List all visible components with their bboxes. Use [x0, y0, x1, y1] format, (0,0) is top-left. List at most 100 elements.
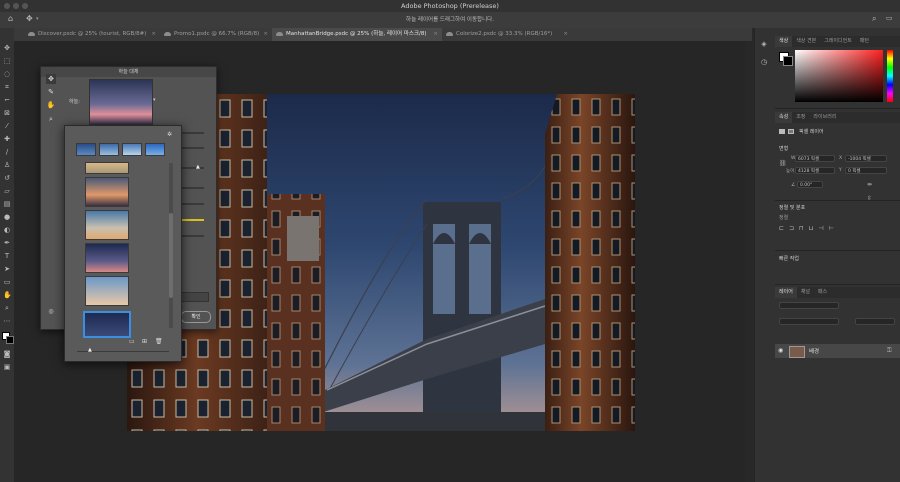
color-picker-field[interactable]	[795, 50, 883, 102]
background-swatch[interactable]	[783, 56, 793, 66]
hand-tool-icon[interactable]: ✋	[46, 100, 56, 110]
tab-adjustments[interactable]: 조정	[792, 112, 809, 123]
more-tools-icon[interactable]: ⋯	[3, 317, 11, 325]
width-field[interactable]: 6073 픽셀	[795, 155, 835, 162]
tab-patterns[interactable]: 패턴	[856, 36, 873, 47]
layer-row[interactable]: ◉ 배경 ⚿	[775, 344, 900, 358]
healing-tool-icon[interactable]: ✚	[3, 135, 11, 143]
folder-icon[interactable]: ▭	[129, 338, 135, 345]
scrollbar-thumb[interactable]	[169, 213, 173, 298]
search-icon[interactable]: ⌕	[872, 14, 876, 24]
crop-tool-icon[interactable]: ⌐	[3, 96, 11, 104]
slider-thumb[interactable]: ▲	[88, 347, 92, 353]
lock-icon[interactable]: ⚿	[887, 347, 892, 355]
window-zoom-icon[interactable]	[22, 3, 28, 9]
ok-button[interactable]: 확인	[181, 311, 211, 323]
workspace-icon[interactable]: ▭	[886, 14, 893, 22]
lighting-slider[interactable]	[181, 235, 204, 237]
sky-category-thumb[interactable]	[145, 143, 165, 156]
scale-slider[interactable]	[181, 203, 204, 205]
link-icon[interactable]: ⛓	[779, 160, 787, 167]
angle-field[interactable]: 0.00°	[797, 181, 823, 188]
gradient-tool-icon[interactable]: ▤	[3, 200, 11, 208]
eyedropper-tool-icon[interactable]: ⁄	[3, 122, 11, 130]
object-select-tool-icon[interactable]: ⌗	[3, 83, 11, 91]
tab-color[interactable]: 색상	[775, 36, 793, 47]
brush-tool-icon[interactable]: ∕	[3, 148, 11, 156]
flip-slider[interactable]	[181, 219, 204, 221]
lasso-tool-icon[interactable]: ◌	[3, 70, 11, 78]
output-select[interactable]	[181, 292, 209, 302]
type-tool-icon[interactable]: T	[3, 252, 11, 260]
tab-libraries[interactable]: 라이브러리	[809, 112, 840, 123]
history-icon[interactable]: ◷	[760, 58, 768, 66]
window-close-icon[interactable]	[4, 3, 10, 9]
stamp-tool-icon[interactable]: ♙	[3, 161, 11, 169]
tab-colorize2[interactable]: Colorize2.psdc @ 33.3% (RGB/16*) ×	[442, 28, 572, 41]
sky-brush-tool-icon[interactable]: ✎	[46, 87, 56, 97]
slider-thumb[interactable]: ▲	[196, 164, 200, 170]
trash-icon[interactable]: 🗑	[155, 338, 163, 345]
blur-tool-icon[interactable]: ●	[3, 213, 11, 221]
opacity-field[interactable]	[855, 318, 895, 325]
pen-tool-icon[interactable]: ✒	[3, 239, 11, 247]
hand-tool-icon[interactable]: ✋	[3, 291, 12, 299]
hue-slider[interactable]	[887, 50, 893, 102]
background-color-swatch[interactable]	[6, 336, 14, 344]
eraser-tool-icon[interactable]: ▱	[3, 187, 11, 195]
close-icon[interactable]: ×	[563, 28, 568, 41]
new-preset-icon[interactable]: ⊞	[142, 338, 147, 345]
marquee-tool-icon[interactable]: ⬚	[3, 57, 11, 65]
visibility-eye-icon[interactable]: ◉	[778, 347, 783, 354]
zoom-tool-icon[interactable]: ⌕	[3, 304, 11, 312]
tab-manhattanbridge[interactable]: ManhattanBridge.psdc @ 25% (하늘, 레이어 마스크/…	[272, 28, 442, 41]
sky-preset-thumb[interactable]	[85, 177, 129, 207]
tab-discover[interactable]: Discover.psdc @ 25% (tourist, RGB/8#) ×	[24, 28, 160, 41]
sky-category-thumb[interactable]	[76, 143, 96, 156]
sky-preset-thumb[interactable]	[85, 210, 129, 240]
tab-paths[interactable]: 패스	[814, 287, 831, 298]
flip-horizontal-icon[interactable]: ⇹	[867, 181, 872, 188]
tab-promo1[interactable]: Promo1.psdc @ 66.7% (RGB/8) ×	[160, 28, 272, 41]
close-icon[interactable]: ×	[263, 28, 268, 41]
sky-category-thumb[interactable]	[99, 143, 119, 156]
frame-tool-icon[interactable]: ⊠	[3, 109, 11, 117]
tab-gradients[interactable]: 그레이디언트	[820, 36, 856, 47]
close-icon[interactable]: ×	[433, 28, 438, 41]
blend-mode-select[interactable]	[779, 318, 839, 325]
path-select-tool-icon[interactable]: ➤	[3, 265, 11, 273]
screen-mode-icon[interactable]: ▣	[3, 363, 11, 371]
tab-layers[interactable]: 레이어	[775, 287, 797, 298]
window-minimize-icon[interactable]	[13, 3, 19, 9]
layer-filter-field[interactable]	[779, 302, 839, 309]
sky-preset-thumb[interactable]	[85, 243, 129, 273]
sky-category-thumb[interactable]	[122, 143, 142, 156]
chevron-down-icon[interactable]: ▾	[153, 97, 156, 103]
sky-preset-preview[interactable]	[89, 79, 153, 125]
gear-icon[interactable]: ✲	[167, 131, 172, 138]
shape-tool-icon[interactable]: ▭	[3, 278, 11, 286]
y-field[interactable]: 0 픽셀	[845, 167, 887, 174]
sky-preset-thumb[interactable]	[85, 162, 129, 174]
temperature-slider[interactable]	[181, 187, 204, 189]
tab-channels[interactable]: 채널	[797, 287, 814, 298]
zoom-tool-icon[interactable]: ⌕	[46, 114, 56, 124]
brightness-slider[interactable]	[181, 167, 204, 169]
dodge-tool-icon[interactable]: ◐	[3, 226, 11, 234]
tab-swatches[interactable]: 색상 견본	[792, 36, 820, 47]
picker-scrollbar[interactable]	[169, 163, 173, 328]
align-buttons[interactable]: ⊏⊐⊓⊔⊣⊢	[779, 225, 839, 232]
quick-mask-icon[interactable]: ◙	[3, 350, 11, 358]
move-tool-icon[interactable]: ✥	[3, 44, 11, 52]
mask-icon[interactable]	[788, 129, 794, 134]
sky-move-tool-icon[interactable]: ✥	[46, 74, 56, 84]
history-brush-icon[interactable]: ↺	[3, 174, 11, 182]
x-field[interactable]: -1004 픽셀	[845, 155, 887, 162]
close-icon[interactable]: ×	[151, 28, 156, 41]
height-field[interactable]: 4128 픽셀	[795, 167, 835, 174]
preview-icon[interactable]: ◎	[46, 307, 56, 317]
adjustments-icon[interactable]: ◈	[760, 40, 768, 48]
sky-preset-thumb[interactable]	[85, 276, 129, 306]
tab-properties[interactable]: 속성	[775, 112, 793, 123]
sky-preset-thumb-selected[interactable]	[83, 311, 131, 338]
